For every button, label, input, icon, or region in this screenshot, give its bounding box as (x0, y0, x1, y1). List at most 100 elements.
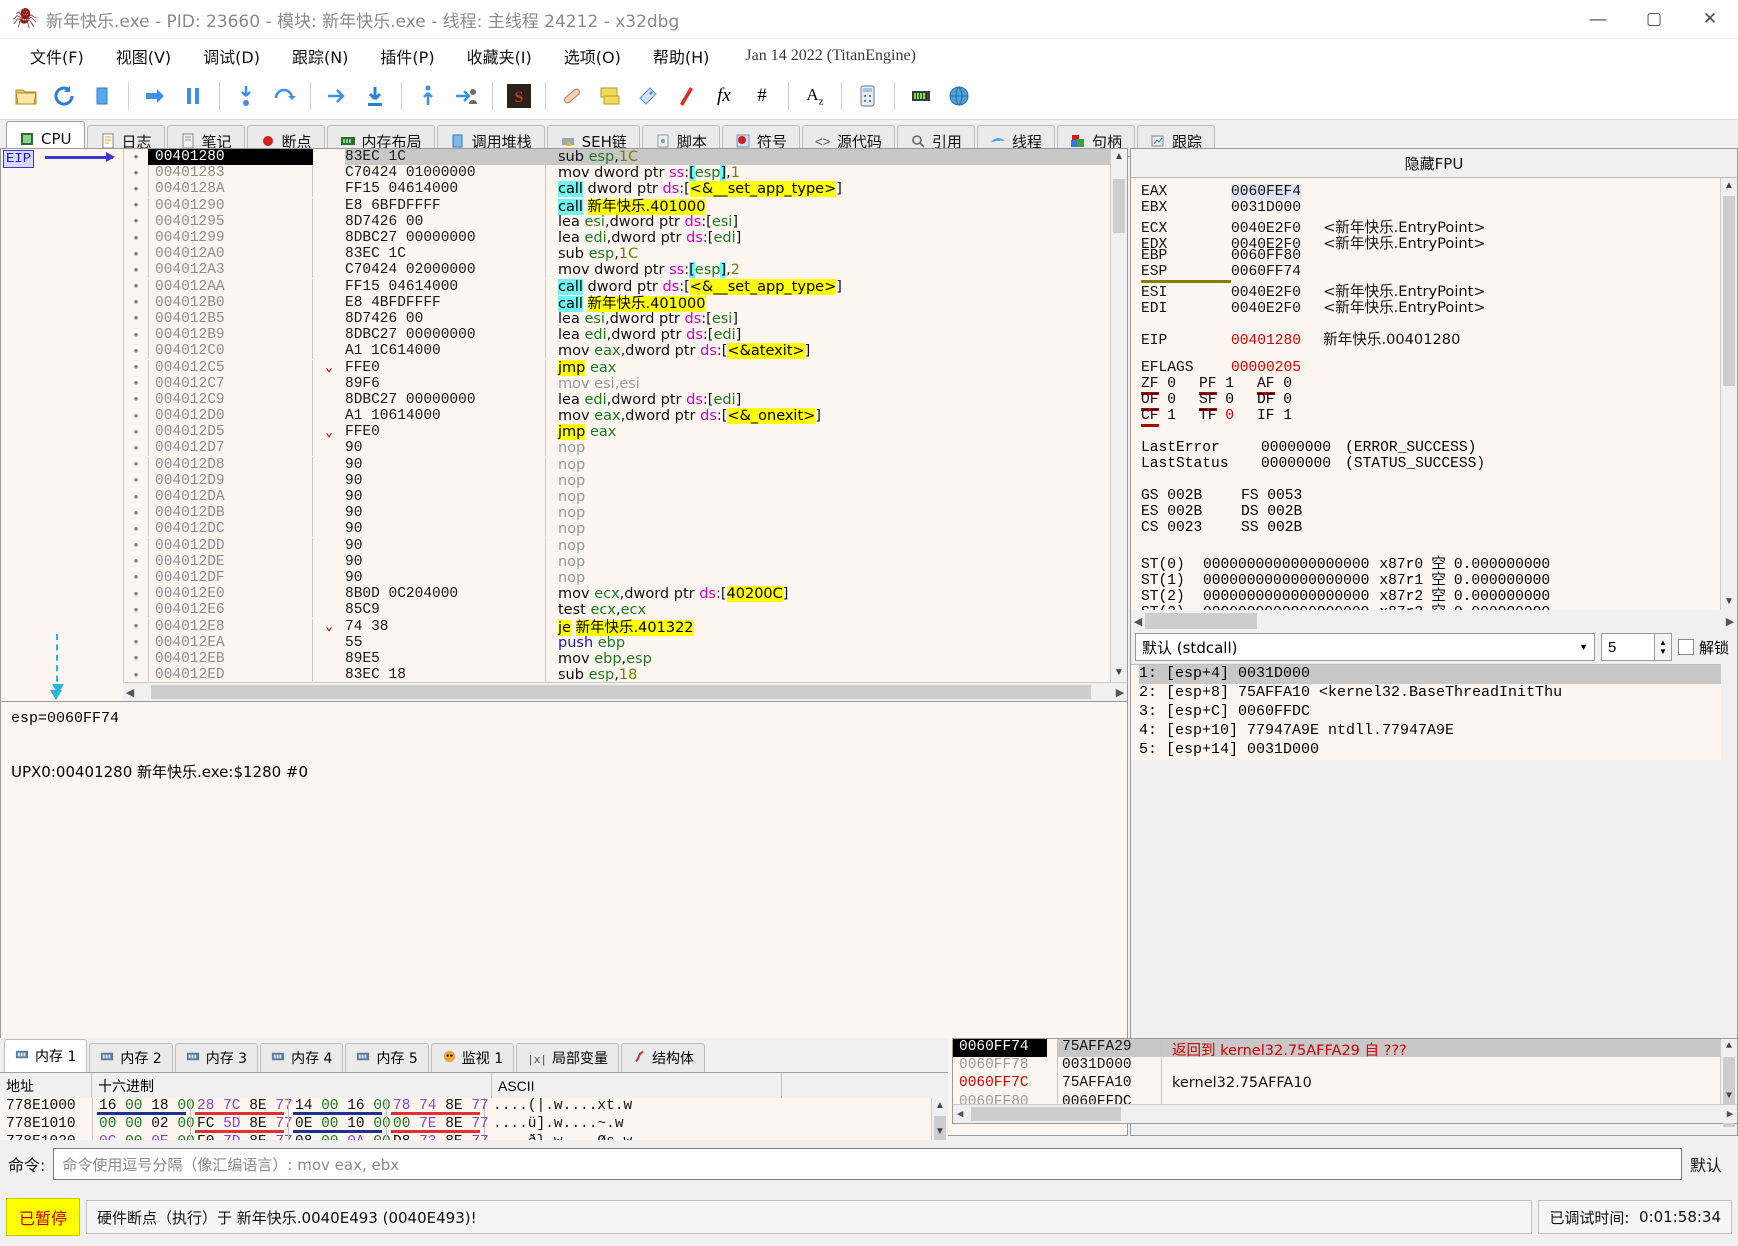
stack-row[interactable]: 0060FF780031D000 (953, 1057, 1721, 1075)
restart-icon[interactable] (46, 78, 82, 114)
menu-favorites[interactable]: 收藏夹(I) (451, 40, 548, 72)
argument-row[interactable]: 1: [esp+4] 0031D000 (1139, 665, 1721, 684)
disassembly-row[interactable]: •004012C0A1 1C614000mov eax,dword ptr ds… (1, 343, 1127, 359)
disassembly-row[interactable]: •004012D890nop (1, 457, 1127, 473)
flag-name[interactable]: TF (1199, 408, 1217, 424)
breakpoint-dot[interactable]: • (124, 344, 148, 359)
comment-icon[interactable] (592, 78, 628, 114)
menu-view[interactable]: 视图(V) (100, 40, 187, 72)
segment-value[interactable]: 002B (1167, 504, 1202, 520)
flag-name[interactable]: IF (1257, 408, 1275, 424)
dump-row[interactable]: 778E100016 00 18 0028 7C 8E 7714 00 16 0… (0, 1098, 948, 1116)
disassembly-list[interactable]: EIP•0040128083EC 1Csub esp,1C•00401283C7… (1, 149, 1127, 681)
dump-tab-6[interactable]: |x|局部变量 (516, 1043, 619, 1072)
register-value[interactable]: 0060FF80 (1231, 248, 1301, 264)
flag-value[interactable]: 1 (1225, 376, 1234, 392)
disassembly-row[interactable]: •004012DB90nop (1, 505, 1127, 521)
stack-list[interactable]: 0060FF7475AFFA29返回到 kernel32.75AFFA29 自 … (953, 1039, 1721, 1105)
spin-up-icon[interactable]: ▲ (1659, 638, 1667, 647)
scroll-up-arrow[interactable]: ▲ (932, 1098, 948, 1114)
breakpoint-dot[interactable]: • (124, 182, 148, 197)
breakpoint-dot[interactable]: • (124, 554, 148, 569)
calculator-icon[interactable] (850, 78, 886, 114)
menu-options[interactable]: 选项(O) (548, 40, 637, 72)
dump-tab-3[interactable]: 内存 4 (260, 1043, 343, 1072)
scroll-right-arrow[interactable]: ▶ (1723, 1107, 1737, 1121)
breakpoint-dot[interactable]: • (124, 457, 148, 472)
disassembly-row[interactable]: •004012DA90nop (1, 489, 1127, 505)
disassembly-row[interactable]: •004012958D7426 00lea esi,dword ptr ds:[… (1, 214, 1127, 230)
dump-vscrollbar[interactable]: ▲ ▼ (931, 1098, 948, 1140)
hide-fpu-button[interactable]: 隐藏FPU (1131, 149, 1737, 178)
breakpoint-dot[interactable]: • (124, 603, 148, 618)
disassembly-row[interactable]: •00401283C70424 01000000mov dword ptr ss… (1, 165, 1127, 181)
breakpoint-dot[interactable]: • (124, 311, 148, 326)
hardware-icon[interactable] (903, 78, 939, 114)
scroll-left-arrow[interactable]: ◀ (1131, 615, 1145, 628)
function-icon[interactable]: fx (706, 78, 742, 114)
disassembly-row[interactable]: •004012DF90nop (1, 570, 1127, 586)
step-over-icon[interactable] (266, 78, 302, 114)
register-row[interactable]: EDX0040E2F0<新年快乐.EntryPoint> (1141, 232, 1721, 248)
argument-row[interactable]: 5: [esp+14] 0031D000 (1139, 741, 1721, 760)
arg-count-spin-buttons[interactable]: ▲▼ (1655, 633, 1672, 661)
register-row[interactable]: ESI0040E2F0<新年快乐.EntryPoint> (1141, 280, 1721, 296)
segment-value[interactable]: 002B (1267, 504, 1302, 520)
breakpoint-dot[interactable]: • (124, 619, 148, 634)
breakpoint-dot[interactable]: • (124, 328, 148, 343)
argument-row[interactable]: 2: [esp+8] 75AFFA10 <kernel32.BaseThread… (1139, 684, 1721, 703)
registers-hscroll-thumb[interactable] (1145, 613, 1257, 629)
breakpoint-dot[interactable]: • (124, 150, 148, 165)
scroll-left-arrow[interactable]: ◀ (953, 1107, 967, 1121)
segment-value[interactable]: 0023 (1167, 520, 1202, 536)
disassembly-row[interactable]: •004012A3C70424 02000000mov dword ptr ss… (1, 262, 1127, 278)
arg-count-value[interactable]: 5 (1601, 633, 1655, 661)
dump-tab-5[interactable]: 监视 1 (431, 1043, 514, 1072)
breakpoint-dot[interactable]: • (124, 506, 148, 521)
breakpoint-dot[interactable]: • (124, 279, 148, 294)
breakpoint-dot[interactable]: • (124, 635, 148, 650)
register-value[interactable]: 00401280 (1231, 333, 1301, 349)
register-value[interactable]: 0031D000 (1231, 200, 1301, 216)
breakpoint-dot[interactable]: • (124, 522, 148, 537)
disassembly-row[interactable]: •004012A083EC 1Csub esp,1C (1, 246, 1127, 262)
disassembly-row[interactable]: •004012C789F6mov esi,esi (1, 376, 1127, 392)
dump-tab-0[interactable]: 内存 1 (4, 1039, 87, 1072)
fpu-row[interactable]: ST(3)0000000000000000000x87r3空0.00000000… (1141, 600, 1721, 610)
scylla-icon[interactable]: S (501, 78, 537, 114)
breakpoint-dot[interactable]: • (124, 231, 148, 246)
scroll-down-arrow[interactable]: ▼ (932, 1124, 948, 1140)
disassembly-row[interactable]: •00401290E8 6BFDFFFFcall 新年快乐.401000 (1, 198, 1127, 214)
breakpoint-dot[interactable]: • (124, 651, 148, 666)
stack-row[interactable]: 0060FF7C75AFFA10kernel32.75AFFA10 (953, 1075, 1721, 1093)
dump-hex-list[interactable]: 778E100016 00 18 0028 7C 8E 7714 00 16 0… (0, 1098, 948, 1140)
flag-value[interactable]: 0 (1167, 376, 1176, 392)
breakpoint-dot[interactable]: • (124, 538, 148, 553)
register-row[interactable]: ECX0040E2F0<新年快乐.EntryPoint> (1141, 216, 1721, 232)
disassembly-row[interactable]: •004012D0A1 10614000mov eax,dword ptr ds… (1, 408, 1127, 424)
flag-name[interactable]: DF (1257, 392, 1275, 408)
fpu-row[interactable]: ST(0)0000000000000000000x87r0空0.00000000… (1141, 552, 1721, 568)
disassembly-row[interactable]: •004012998DBC27 00000000lea edi,dword pt… (1, 230, 1127, 246)
dump-tab-4[interactable]: 内存 5 (345, 1043, 428, 1072)
disassembly-row[interactable]: •004012C5⌄FFE0jmp eax (1, 359, 1127, 375)
scroll-down-arrow[interactable]: ▼ (1721, 1089, 1737, 1105)
breakpoint-dot[interactable]: • (124, 295, 148, 310)
breakpoint-dot[interactable]: • (124, 425, 148, 440)
disassembly-row[interactable]: •004012EB89E5mov ebp,esp (1, 651, 1127, 667)
breakpoint-dot[interactable]: • (124, 668, 148, 681)
registers-vscroll-thumb[interactable] (1723, 196, 1735, 386)
fpu-row[interactable]: ST(1)0000000000000000000x87r1空0.00000000… (1141, 568, 1721, 584)
breakpoint-dot[interactable]: • (124, 473, 148, 488)
scroll-right-arrow[interactable]: ▶ (1723, 615, 1737, 628)
disassembly-row[interactable]: •004012DE90nop (1, 554, 1127, 570)
eflags-value[interactable]: 00000205 (1231, 360, 1301, 376)
flag-value[interactable]: 1 (1283, 408, 1292, 424)
disassembly-row[interactable]: •004012E08B0D 0C204000mov ecx,dword ptr … (1, 586, 1127, 602)
maximize-button[interactable]: ▢ (1626, 0, 1682, 38)
step-out-icon[interactable] (319, 78, 355, 114)
disassembly-row[interactable]: EIP•0040128083EC 1Csub esp,1C (1, 149, 1127, 165)
scroll-down-arrow[interactable]: ▼ (1111, 665, 1127, 681)
menu-plugins[interactable]: 插件(P) (364, 40, 450, 72)
register-row[interactable]: EDI0040E2F0<新年快乐.EntryPoint> (1141, 296, 1721, 312)
